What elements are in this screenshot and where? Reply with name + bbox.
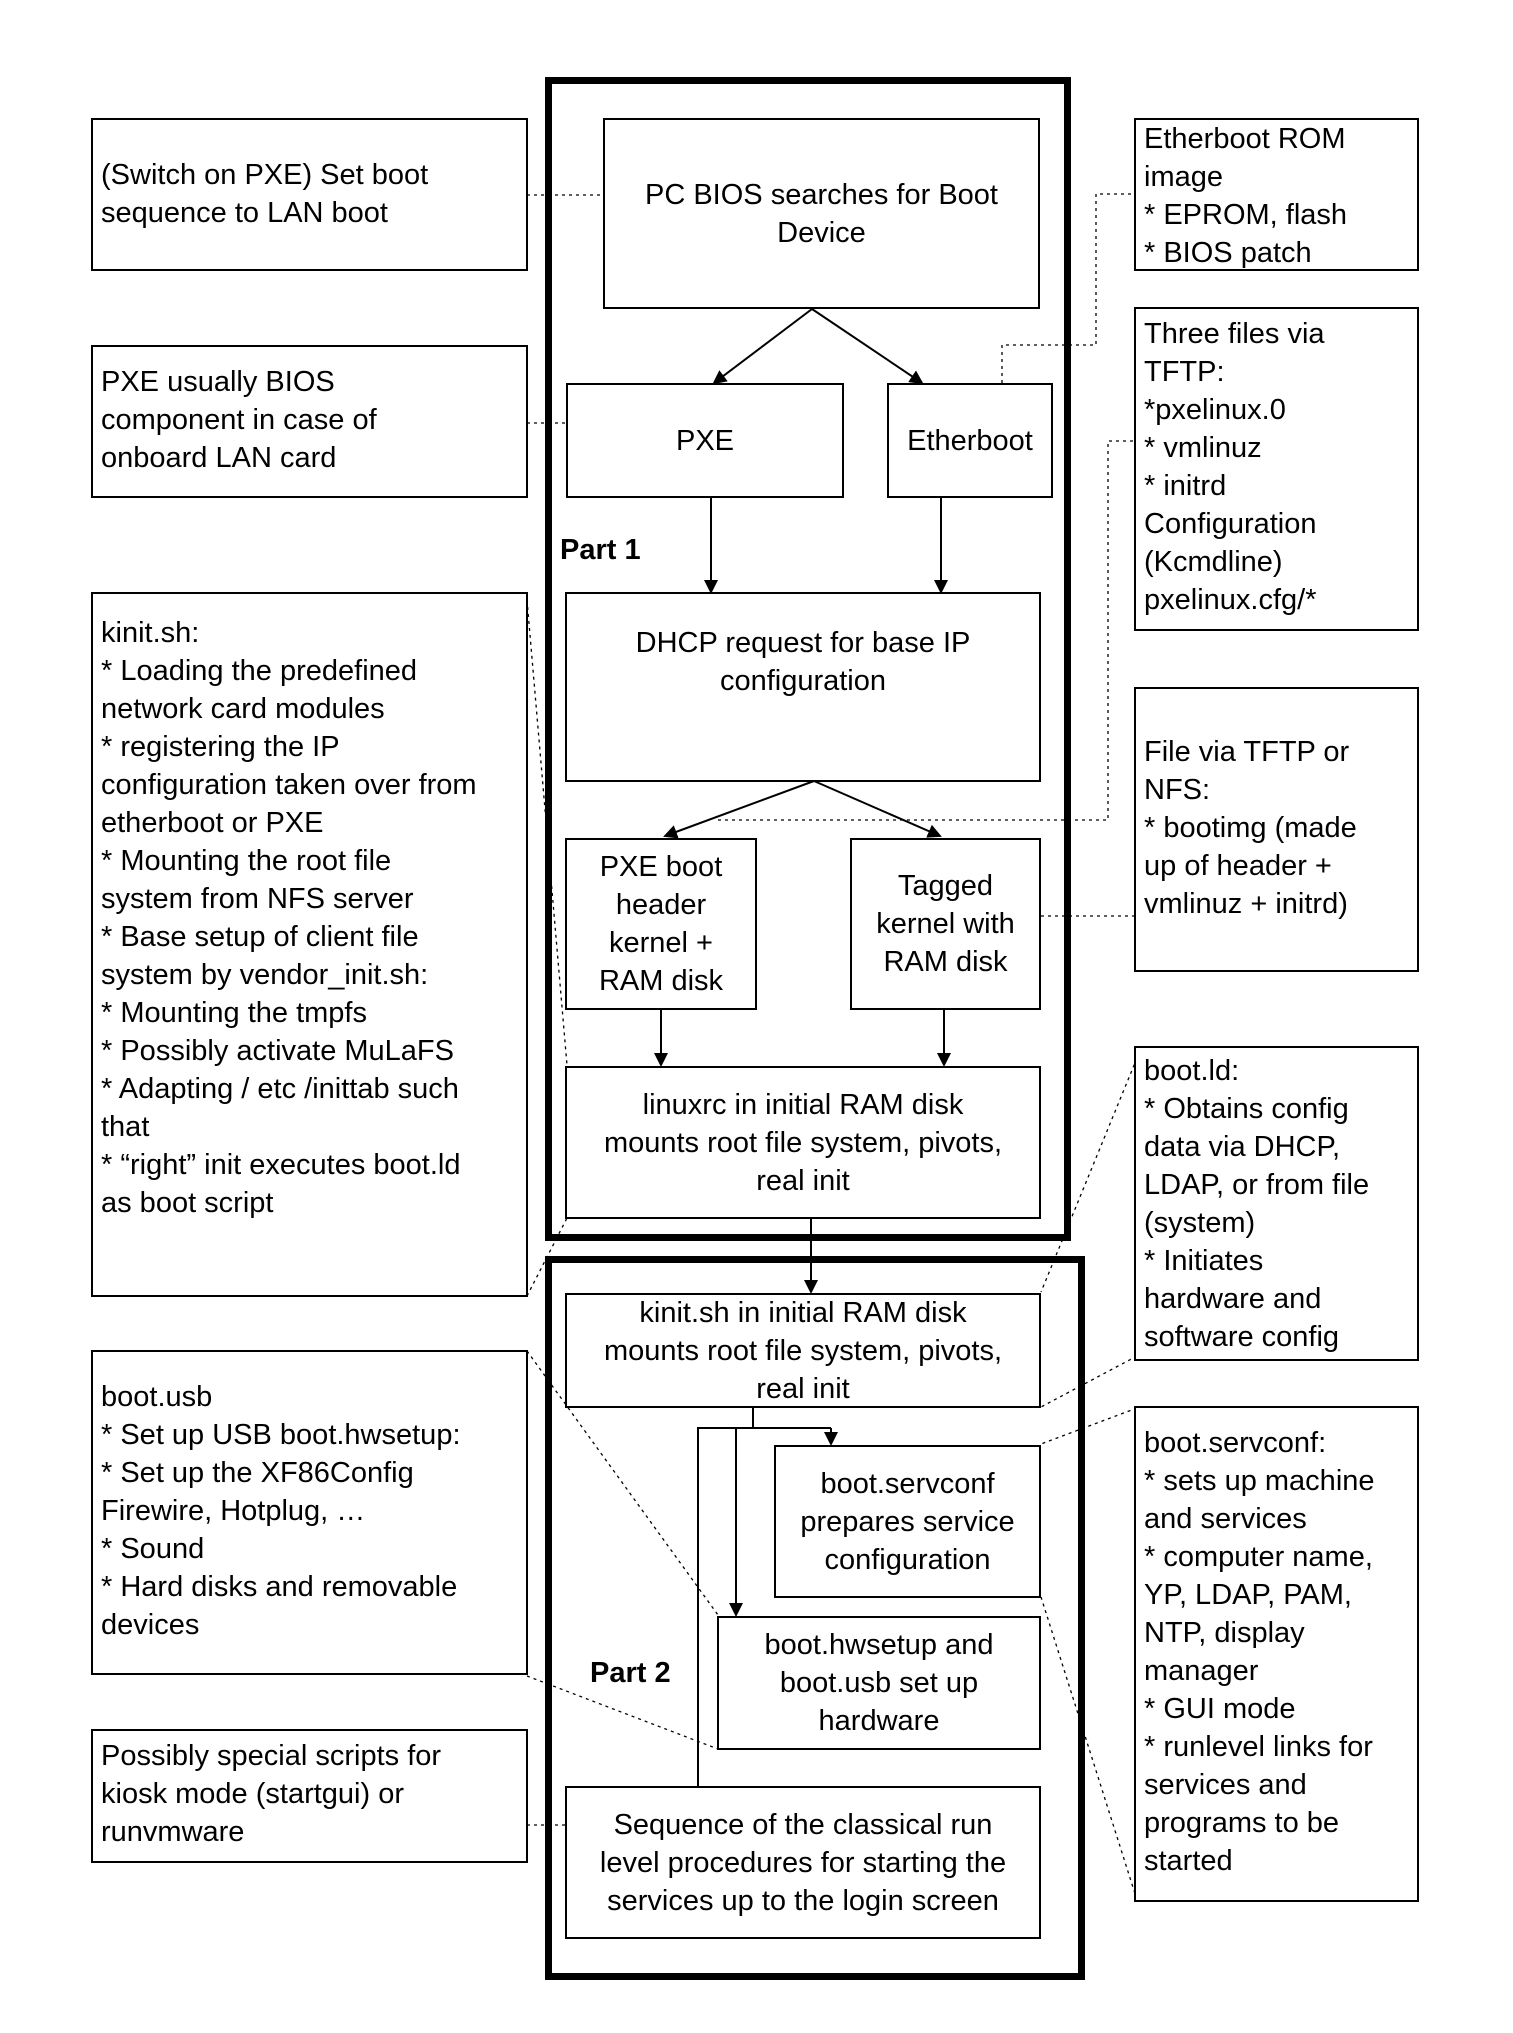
note-kiosk-mode: Possibly special scripts for kiosk mode (… <box>91 1729 528 1863</box>
flow-bios-search: PC BIOS searches for Boot Device <box>603 118 1040 309</box>
note-three-files-tftp: Three files via TFTP: *pxelinux.0 * vmli… <box>1134 307 1419 631</box>
flow-pxe: PXE <box>566 383 844 498</box>
flow-kinit-sh: kinit.sh in initial RAM disk mounts root … <box>565 1293 1041 1408</box>
flow-etherboot: Etherboot <box>887 383 1053 498</box>
part2-label: Part 2 <box>590 1657 671 1689</box>
note-switch-on-pxe: (Switch on PXE) Set boot sequence to LAN … <box>91 118 528 271</box>
flow-pxe-boot-header: PXE boot header kernel + RAM disk <box>565 838 757 1010</box>
flow-dhcp-request: DHCP request for base IP configuration <box>565 592 1041 782</box>
note-boot-ld: boot.ld: * Obtains config data via DHCP,… <box>1134 1046 1419 1361</box>
note-pxe-bios-component: PXE usually BIOS component in case of onbo… <box>91 345 528 498</box>
flow-linuxrc: linuxrc in initial RAM disk mounts root f… <box>565 1066 1041 1219</box>
flow-boot-servconf: boot.servconf prepares service configurati… <box>774 1445 1041 1598</box>
flow-boot-hwsetup: boot.hwsetup and boot.usb set up hardware <box>717 1616 1041 1750</box>
note-kinit-sh-details: kinit.sh: * Loading the predefined netwo… <box>91 592 528 1297</box>
note-file-via-tftp: File via TFTP or NFS: * bootimg (made up… <box>1134 687 1419 972</box>
note-boot-usb: boot.usb * Set up USB boot.hwsetup: * Se… <box>91 1350 528 1675</box>
flow-tagged-kernel: Tagged kernel with RAM disk <box>850 838 1041 1010</box>
boot-process-flowchart: Part 1 Part 2 PC BIOS searches for Boot D… <box>0 0 1513 2033</box>
part1-label: Part 1 <box>560 534 641 566</box>
flow-runlevel-sequence: Sequence of the classical run level proce… <box>565 1786 1041 1939</box>
note-etherboot-rom: Etherboot ROM image * EPROM, flash * BIOS p… <box>1134 118 1419 271</box>
note-boot-servconf-details: boot.servconf: * sets up machine and ser… <box>1134 1406 1419 1902</box>
